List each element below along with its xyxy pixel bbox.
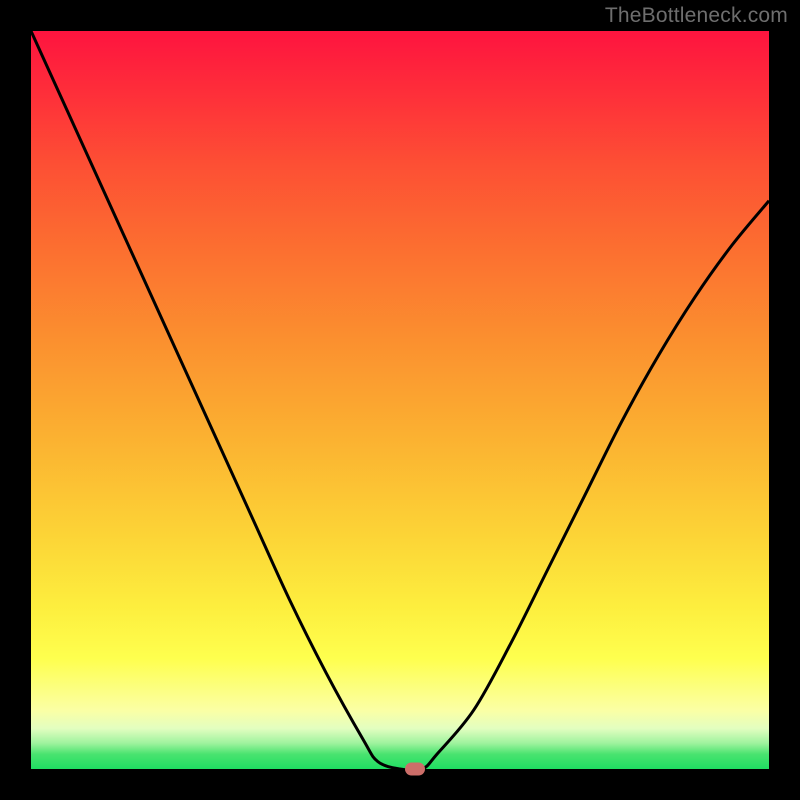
watermark-text: TheBottleneck.com	[605, 4, 788, 28]
optimal-point-marker	[405, 763, 425, 776]
bottleneck-curve	[31, 31, 769, 769]
